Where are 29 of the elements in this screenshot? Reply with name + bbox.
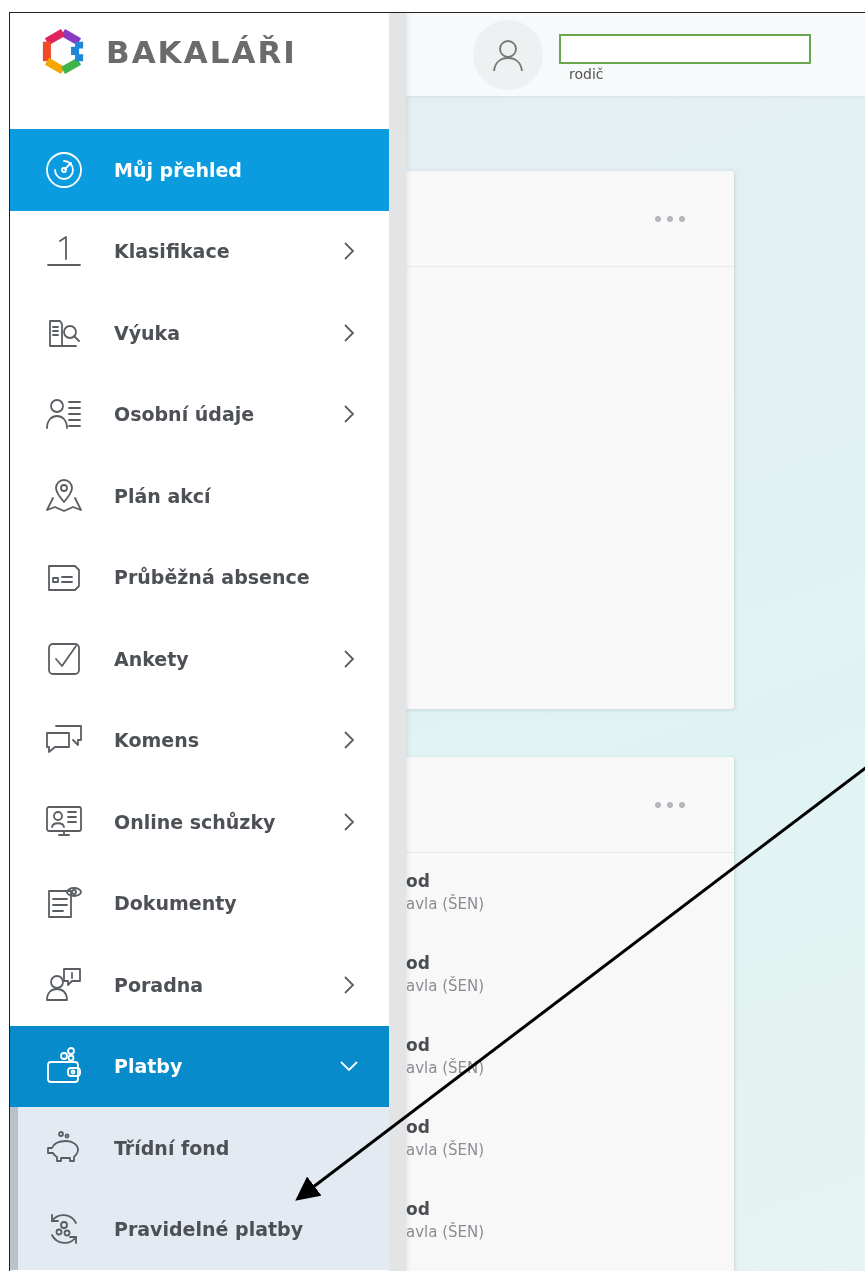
submenu-item[interactable]: Třídní fond [10, 1107, 389, 1189]
sidebar-item[interactable]: Klasifikace [10, 210, 389, 292]
sidebar-item[interactable]: Průběžná absence [10, 536, 389, 618]
scrollbar[interactable] [389, 13, 406, 1271]
sidebar-item[interactable]: Komens [10, 699, 389, 781]
sidebar-item[interactable]: Osobní údaje [10, 373, 389, 455]
sidebar-item[interactable]: Dokumenty [10, 862, 389, 944]
row-title: od [406, 870, 431, 893]
gauge-icon [44, 149, 84, 190]
sidebar-item[interactable]: Platby [10, 1025, 389, 1107]
row-subtitle: avla (ŠEN) [406, 1139, 486, 1161]
row-subtitle: avla (ŠEN) [406, 893, 486, 915]
row-title: od [406, 952, 431, 975]
sidebar-item[interactable]: Výuka [10, 292, 389, 374]
more-icon[interactable] [654, 214, 686, 223]
row-title: od [406, 1198, 431, 1221]
row-subtitle: avla (ŠEN) [406, 1221, 486, 1243]
submenu-item[interactable]: Pravidelné platby [10, 1188, 389, 1270]
more-icon[interactable] [654, 800, 686, 809]
brand-name: BAKALÁŘI [106, 33, 297, 72]
sidebar-item[interactable]: Poradna [10, 944, 389, 1026]
row-subtitle: avla (ŠEN) [406, 975, 486, 997]
hexagon-logo-icon [40, 29, 86, 75]
sidebar-item[interactable]: Ankety [10, 618, 389, 700]
user-role: rodič [568, 65, 605, 82]
sidebar-item[interactable]: Plán akcí [10, 455, 389, 537]
row-title: od [406, 1034, 431, 1057]
row-title: od [406, 1116, 431, 1139]
sidebar-item[interactable]: Online schůzky [10, 781, 389, 863]
